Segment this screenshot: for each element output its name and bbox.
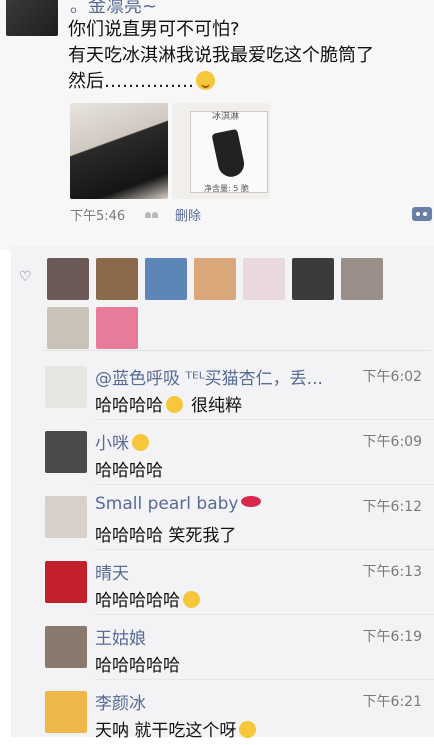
comment-text: 哈哈哈哈哈 [95, 651, 180, 676]
comment-text-main: 天呐 就干吃这个呀 [95, 721, 237, 741]
friends-visibility-icon [145, 208, 159, 218]
post-time: 下午5:46 [70, 209, 126, 224]
comment-row[interactable]: 王姑娘 下午6:19 哈哈哈哈哈 [11, 616, 434, 680]
commenter-name[interactable]: 晴天 [95, 559, 129, 584]
liker-avatar[interactable] [292, 258, 334, 300]
commenter-avatar[interactable] [45, 626, 87, 668]
commenter-name[interactable]: 小咪 [95, 429, 149, 454]
comment-divider [95, 679, 434, 680]
comment-divider [95, 614, 434, 615]
comment-divider [95, 484, 434, 485]
commenter-avatar[interactable] [45, 561, 87, 603]
smile-emoji-icon [196, 71, 215, 90]
comment-text-main: 哈哈哈哈 [95, 396, 163, 416]
comment-time: 下午6:19 [362, 629, 422, 645]
smirk-emoji-icon [132, 434, 149, 451]
comment-text-main: 哈哈哈哈 [95, 461, 163, 481]
post-text-line-3: 然后…………… [68, 70, 215, 94]
post-text-line-2: 有天吃冰淇淋我说我最爱吃这个脆筒了 [68, 45, 374, 66]
comment-text: 天呐 就干吃这个呀 [95, 716, 257, 741]
post-photo-2[interactable]: 冰淇淋 净含量: 5 脆 [172, 103, 270, 199]
likes-divider [43, 350, 431, 351]
comment-time: 下午6:21 [362, 694, 422, 710]
delete-link[interactable]: 删除 [175, 205, 201, 224]
comment-row[interactable]: Small pearl baby 下午6:12 哈哈哈哈 笑死我了 [11, 486, 434, 550]
author-name[interactable]: 。金凛亮~ [70, 0, 157, 18]
likes-comments-panel: ♡ @蓝色呼吸 ᵀᴱᴸ买猫杏仁，丢... 下午6:02 哈哈哈哈 很纯粹小咪 下午6:0… [11, 246, 434, 741]
comment-row[interactable]: 晴天 下午6:13 哈哈哈哈哈 [11, 551, 434, 615]
liker-avatar[interactable] [243, 258, 285, 300]
box-net-content: 净含量: 5 脆 [204, 184, 249, 193]
moment-post: 。金凛亮~ 你们说直男可不可怕? 有天吃冰淇淋我说我最爱吃这个脆筒了 然后………… [0, 0, 434, 250]
liker-avatar[interactable] [47, 258, 89, 300]
comment-text-main: 哈哈哈哈 笑死我了 [95, 526, 237, 546]
commenter-name[interactable]: Small pearl baby [95, 494, 262, 514]
comment-divider [95, 419, 434, 420]
comment-text-main: 哈哈哈哈哈 [95, 591, 180, 611]
commenter-name[interactable]: @蓝色呼吸 ᵀᴱᴸ买猫杏仁，丢... [95, 364, 323, 389]
liker-avatar[interactable] [194, 258, 236, 300]
box-label: 冰淇淋 [212, 112, 240, 122]
comment-text-suffix: 很纯粹 [191, 396, 242, 416]
heart-outline-icon: ♡ [19, 269, 32, 285]
comment-row[interactable]: 李颜冰 下午6:21 天呐 就干吃这个呀 [11, 681, 434, 745]
comment-row[interactable]: @蓝色呼吸 ᵀᴱᴸ买猫杏仁，丢... 下午6:02 哈哈哈哈 很纯粹 [11, 356, 434, 420]
laugh-emoji-icon [183, 591, 200, 608]
liker-avatar[interactable] [341, 258, 383, 300]
commenter-avatar[interactable] [45, 431, 87, 473]
comment-text-main: 哈哈哈哈哈 [95, 656, 180, 676]
comment-divider [95, 549, 434, 550]
comment-text: 哈哈哈哈 [95, 456, 163, 481]
lips-emoji-icon [241, 496, 262, 507]
post-text-line-3-text: 然后…………… [68, 71, 194, 92]
comment-time: 下午6:13 [362, 564, 422, 580]
post-text-line-1: 你们说直男可不可怕? [68, 19, 240, 40]
think-emoji-icon [239, 721, 257, 738]
comment-text: 哈哈哈哈 很纯粹 [95, 391, 242, 416]
comment-time: 下午6:12 [362, 499, 422, 515]
post-photo-1[interactable] [70, 103, 168, 199]
author-avatar[interactable] [6, 0, 58, 36]
liker-avatar[interactable] [145, 258, 187, 300]
comment-menu-icon[interactable] [412, 207, 432, 221]
commenter-name[interactable]: 李颜冰 [95, 689, 146, 714]
comment-time: 下午6:09 [362, 434, 422, 450]
commenter-avatar[interactable] [45, 496, 87, 538]
liker-avatar[interactable] [47, 307, 89, 349]
comment-text: 哈哈哈哈 笑死我了 [95, 521, 236, 546]
commenter-avatar[interactable] [45, 691, 87, 733]
commenter-name[interactable]: 王姑娘 [95, 624, 146, 649]
comment-row[interactable]: 小咪 下午6:09 哈哈哈哈 [11, 421, 434, 485]
comment-text: 哈哈哈哈哈 [95, 586, 200, 611]
comment-time: 下午6:02 [362, 369, 422, 385]
liker-avatar[interactable] [96, 258, 138, 300]
commenter-avatar[interactable] [45, 366, 87, 408]
liker-avatar[interactable] [96, 307, 138, 349]
grin-emoji-icon [166, 396, 183, 413]
